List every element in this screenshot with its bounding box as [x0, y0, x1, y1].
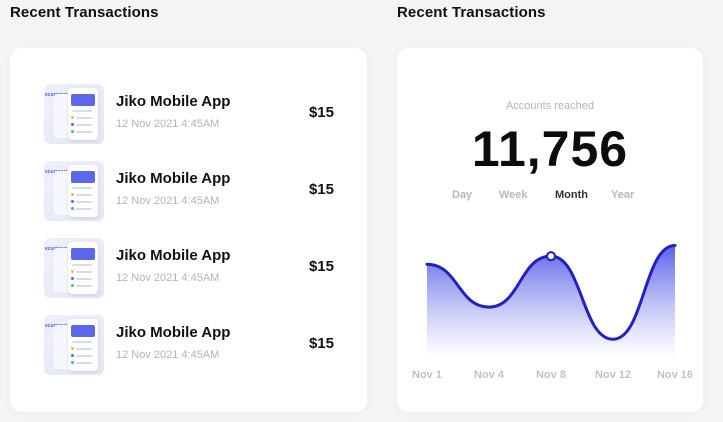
x-tick-label: Nov 16 [657, 369, 693, 381]
transaction-name: Jiko Mobile App [116, 170, 231, 187]
accounts-chart-card: Accounts reached 11,756 Day Week Month Y… [397, 48, 703, 412]
transaction-name: Jiko Mobile App [116, 247, 231, 264]
transactions-title: Recent Transactions [10, 4, 159, 21]
transaction-date: 12 Nov 2021 4:45AM [116, 118, 220, 130]
transaction-amount: $15 [308, 258, 334, 275]
accounts-reached-value: 11,756 [471, 121, 629, 177]
transaction-row[interactable]: ecurrency Jiko Mobile App 12 Nov 2021 4:… [44, 238, 344, 300]
tab-year[interactable]: Year [611, 189, 634, 201]
x-tick-label: Nov 12 [595, 369, 631, 381]
transaction-row[interactable]: ecurrency Jiko Mobile App 12 Nov 2021 4:… [44, 84, 344, 146]
period-tabs: Day Week Month Year [397, 189, 703, 205]
transaction-name: Jiko Mobile App [116, 324, 231, 341]
transaction-amount: $15 [308, 335, 334, 352]
transaction-name: Jiko Mobile App [116, 93, 231, 110]
transaction-date: 12 Nov 2021 4:45AM [116, 195, 220, 207]
highlight-data-point[interactable] [546, 251, 556, 262]
transaction-amount: $15 [308, 104, 334, 121]
transaction-row[interactable]: ecurrency Jiko Mobile App 12 Nov 2021 4:… [44, 315, 344, 377]
accounts-reached-label: Accounts reached [505, 100, 595, 112]
chart-area-fill [427, 245, 675, 358]
tab-day[interactable]: Day [452, 189, 472, 201]
x-tick-label: Nov 8 [536, 369, 566, 381]
x-tick-label: Nov 1 [412, 369, 442, 381]
app-thumbnail: ecurrency [44, 315, 104, 375]
app-thumbnail: ecurrency [44, 84, 104, 144]
tab-week[interactable]: Week [499, 189, 528, 201]
transaction-row[interactable]: ecurrency Jiko Mobile App 12 Nov 2021 4:… [44, 161, 344, 223]
tab-month[interactable]: Month [555, 189, 588, 201]
accounts-area-chart: Nov 1 Nov 4 Nov 8 Nov 12 Nov 16 [412, 243, 693, 381]
x-tick-label: Nov 4 [474, 369, 505, 381]
app-thumbnail: ecurrency [44, 161, 104, 221]
app-thumbnail: ecurrency [44, 238, 104, 298]
transaction-date: 12 Nov 2021 4:45AM [116, 272, 220, 284]
transaction-date: 12 Nov 2021 4:45AM [116, 349, 220, 361]
chart-title: Recent Transactions [397, 4, 546, 21]
transaction-amount: $15 [308, 181, 334, 198]
transactions-card: ecurrency Jiko Mobile App 12 Nov 2021 4:… [10, 48, 367, 412]
